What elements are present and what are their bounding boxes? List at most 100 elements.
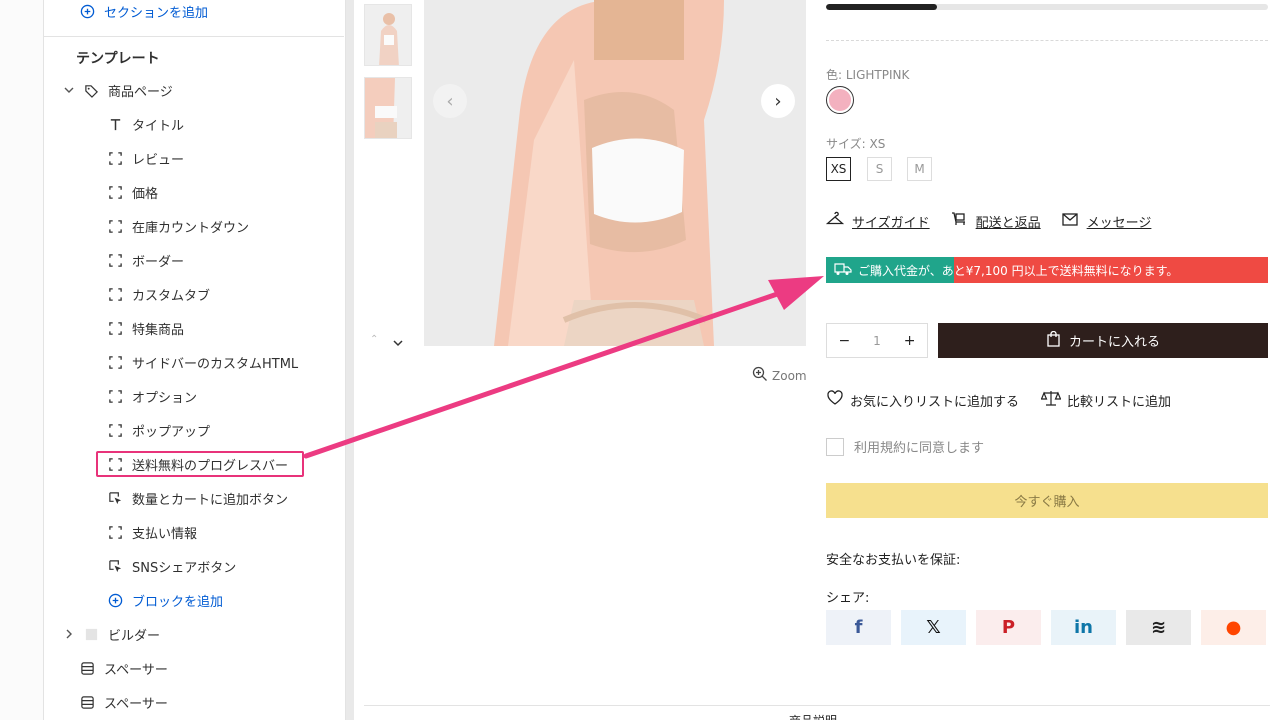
shipping-message: ご購入代金が、あと¥7,100 円以上で送料無料になります。 — [826, 262, 1178, 279]
dashed-divider — [826, 40, 1268, 41]
pinterest-icon: P — [1001, 617, 1016, 638]
add-block-label: ブロックを追加 — [132, 594, 224, 610]
sidebar-item-product-page[interactable]: 商品ページ — [60, 75, 360, 105]
info-links: サイズガイド 配送と返品 メッセージ — [825, 211, 1151, 231]
sidebar-block-label: オプション — [132, 390, 198, 406]
zoom-button[interactable]: Zoom — [752, 366, 807, 385]
storefront-preview: ⌃ ‹ › Zoom 色: LIGHTPINK サイズ: XS XS S M サ… — [354, 0, 1280, 720]
zoom-icon — [752, 366, 768, 385]
sidebar-block-label: ポップアップ — [132, 424, 211, 440]
share-pinterest-button[interactable]: P — [976, 610, 1041, 645]
envelope-icon — [1061, 211, 1079, 231]
share-linkedin-button[interactable]: in — [1051, 610, 1116, 645]
sidebar-block-label: ボーダー — [132, 254, 185, 270]
size-option-xs[interactable]: XS — [826, 157, 851, 181]
size-option-m[interactable]: M — [907, 157, 932, 181]
block-frame-icon — [106, 149, 124, 167]
cursor-click-icon — [106, 489, 124, 507]
top-progress-fill — [826, 4, 937, 10]
shipping-returns-label: 配送と返品 — [975, 215, 1041, 231]
left-gutter — [0, 0, 44, 720]
next-image-button[interactable]: › — [761, 84, 795, 118]
wishlist-compare-row: お気に入りリストに追加する 比較リストに追加 — [826, 390, 1171, 410]
add-to-wishlist-link[interactable]: お気に入りリストに追加する — [826, 390, 1019, 410]
block-frame-icon — [106, 421, 124, 439]
add-to-compare-link[interactable]: 比較リストに追加 — [1040, 390, 1172, 410]
panel-gap — [346, 0, 354, 720]
chevron-right-icon[interactable] — [60, 625, 78, 643]
size-guide-link[interactable]: サイズガイド — [825, 211, 930, 231]
sidebar-block-label: SNSシェアボタン — [132, 560, 237, 576]
sidebar-block-label: 数量とカートに追加ボタン — [132, 492, 289, 508]
spacer-icon — [78, 693, 96, 711]
terms-label: 利用規約に同意します — [854, 441, 985, 456]
sidebar-item-spacer[interactable]: スペーサー — [78, 653, 378, 683]
cart-icon — [950, 211, 968, 231]
product-info: 色: LIGHTPINK サイズ: XS XS S M サイズガイド 配送と返品… — [825, 0, 1268, 720]
prev-image-button[interactable]: ‹ — [433, 84, 467, 118]
message-link[interactable]: メッセージ — [1061, 211, 1151, 231]
spacer-label: スペーサー — [104, 662, 168, 678]
qty-value[interactable]: 1 — [873, 334, 881, 348]
zoom-label: Zoom — [772, 368, 807, 383]
block-frame-icon — [106, 217, 124, 235]
add-section-label: セクションを追加 — [104, 5, 209, 21]
editor-root: セクションを追加 テンプレート 商品ページ タイトルレビュー価格在庫カウントダウ… — [0, 0, 1280, 720]
product-thumbnail[interactable] — [364, 4, 412, 66]
heart-icon — [826, 390, 844, 410]
size-option-s[interactable]: S — [867, 157, 892, 181]
terms-agreement[interactable]: 利用規約に同意します — [826, 437, 984, 456]
share-facebook-button[interactable]: f — [826, 610, 891, 645]
sidebar-item-builder[interactable]: ビルダー — [60, 619, 360, 649]
add-section-button[interactable]: セクションを追加 — [78, 0, 378, 26]
block-frame-icon — [106, 183, 124, 201]
spacer-icon — [78, 659, 96, 677]
chevron-left-icon: ‹ — [446, 90, 454, 112]
sidebar-block-label: タイトル — [132, 118, 185, 134]
reddit-icon: ● — [1225, 617, 1242, 638]
sidebar-block-label: 価格 — [132, 186, 159, 202]
chevron-down-icon[interactable] — [60, 81, 78, 99]
builder-label: ビルダー — [108, 628, 161, 644]
facebook-icon: f — [854, 617, 863, 638]
share-x-button[interactable]: 𝕏 — [901, 610, 966, 645]
free-shipping-progress-bar: ご購入代金が、あと¥7,100 円以上で送料無料になります。 — [826, 257, 1268, 283]
sidebar-block-label: 特集商品 — [132, 322, 185, 338]
tab-divider — [364, 705, 1270, 706]
tab-product-description[interactable]: 商品説明 — [789, 712, 837, 720]
sidebar-block-label: 在庫カウントダウン — [132, 220, 250, 236]
thumb-scroll-up-icon[interactable]: ⌃ — [370, 334, 378, 345]
add-to-cart-label: カートに入れる — [1068, 335, 1160, 350]
chevron-right-icon: › — [774, 90, 782, 112]
product-page-label: 商品ページ — [108, 84, 173, 100]
spacer-label: スペーサー — [104, 696, 168, 712]
title-icon — [106, 115, 124, 133]
qty-decrease-button[interactable]: − — [838, 333, 850, 349]
qty-increase-button[interactable]: + — [904, 333, 916, 349]
shopping-bag-icon — [1046, 330, 1061, 351]
block-frame-icon — [106, 353, 124, 371]
sidebar-block-label: 支払い情報 — [132, 526, 198, 542]
share-buffer-button[interactable]: ≋ — [1126, 610, 1191, 645]
add-to-cart-button[interactable]: カートに入れる — [938, 323, 1268, 358]
buffer-icon: ≋ — [1150, 617, 1167, 638]
section-sidebar: セクションを追加 テンプレート 商品ページ タイトルレビュー価格在庫カウントダウ… — [44, 0, 346, 720]
compare-label: 比較リストに追加 — [1067, 394, 1172, 410]
sidebar-divider — [44, 36, 344, 37]
share-reddit-button[interactable]: ● — [1201, 610, 1266, 645]
thumb-scroll-down-icon[interactable] — [392, 334, 404, 353]
tag-icon — [82, 81, 100, 99]
quantity-stepper[interactable]: − 1 + — [826, 323, 928, 358]
color-swatch-lightpink[interactable] — [826, 86, 854, 114]
product-main-image[interactable] — [424, 0, 806, 346]
terms-checkbox[interactable] — [826, 437, 844, 456]
template-heading: テンプレート — [76, 51, 160, 67]
product-thumbnail[interactable] — [364, 77, 412, 139]
shipping-returns-link[interactable]: 配送と返品 — [950, 211, 1041, 231]
sidebar-item-spacer[interactable]: スペーサー — [78, 687, 378, 717]
block-frame-icon — [106, 285, 124, 303]
buy-now-button[interactable]: 今すぐ購入 — [826, 483, 1268, 518]
sidebar-block-label: レビュー — [132, 152, 185, 168]
safe-payment-label: 安全なお支払いを保証: — [826, 553, 961, 568]
plus-circle-icon — [78, 2, 96, 20]
